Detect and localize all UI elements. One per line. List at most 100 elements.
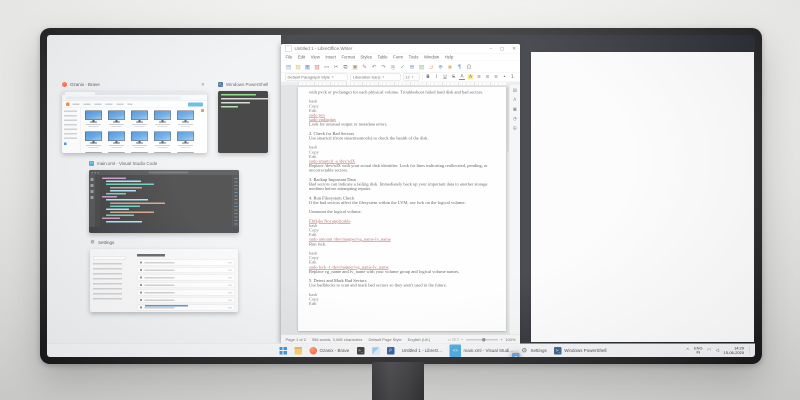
clock[interactable]: 14:29 15-06-2025 — [724, 346, 744, 355]
taskbar-brave[interactable]: Ozanix - Brave — [308, 346, 351, 356]
navigator-icon[interactable]: ◔ — [513, 117, 517, 122]
bold-button[interactable]: B — [425, 75, 431, 80]
spelling-icon[interactable]: ✓ — [399, 63, 406, 70]
language-indicator[interactable]: ENGIN — [694, 347, 703, 355]
document-page[interactable]: with pvck or pvchange) for each physical… — [298, 87, 506, 331]
paste-icon[interactable]: ▣ — [352, 63, 359, 70]
menu-item[interactable]: Form — [393, 55, 403, 60]
taskbar-photos[interactable] — [370, 346, 381, 356]
product-price-line — [135, 126, 145, 127]
show-desktop-button[interactable] — [750, 347, 752, 355]
monitor-product-image — [85, 132, 102, 142]
menu-item[interactable]: Edit — [298, 55, 305, 60]
code-line — [110, 205, 140, 207]
product-card — [129, 111, 150, 130]
insert-table-icon[interactable]: ⊞ — [409, 63, 416, 70]
gallery-icon[interactable]: ▣ — [513, 107, 517, 112]
styles-icon[interactable]: A — [513, 98, 516, 103]
properties-icon[interactable]: ▤ — [513, 88, 517, 93]
numbered-list-button[interactable]: 1. — [510, 75, 516, 80]
zoom-slider-knob[interactable] — [482, 338, 486, 342]
open-icon[interactable]: ▨ — [295, 63, 302, 70]
menu-item[interactable]: Window — [424, 55, 439, 60]
taskview-thumbnail-powershell[interactable] — [218, 91, 268, 153]
hidden-icons-chevron[interactable]: ^ — [686, 348, 690, 353]
export-pdf-icon[interactable]: ▥ — [314, 63, 321, 70]
taskbar-blue-app[interactable]: P — [385, 346, 396, 356]
view-layout-icons[interactable]: ▭ ▯▯ ▯ — [448, 338, 459, 342]
minimize-button[interactable]: – — [489, 46, 492, 52]
copy-icon[interactable]: ⧉ — [342, 63, 349, 70]
taskview-thumbnail-brave[interactable] — [62, 91, 207, 153]
save-icon[interactable]: ▦ — [304, 63, 311, 70]
menu-item[interactable]: Insert — [325, 55, 336, 60]
zoom-level[interactable]: 100% — [505, 337, 515, 342]
align-left-button[interactable]: ≡ — [476, 75, 482, 80]
cut-icon[interactable]: ✂ — [333, 63, 340, 70]
taskbar-vscode[interactable]: <> main.xml - Visual Studi... — [448, 346, 514, 356]
taskview-thumbnail-vscode[interactable] — [89, 170, 239, 233]
menu-item[interactable]: Table — [377, 55, 387, 60]
bullet-list-button[interactable]: • — [502, 75, 508, 80]
page-icon[interactable]: ⊞ — [513, 126, 517, 131]
highlight-color-button[interactable]: A — [468, 75, 474, 80]
taskbar-writer[interactable]: ≡ Untitled 1 - LibreO... — [400, 346, 443, 356]
underline-button[interactable]: U — [442, 75, 448, 80]
monitor-product-image — [154, 153, 171, 154]
paragraph-style-select[interactable]: Default Paragraph Style▾ — [285, 74, 348, 81]
writer-title-bar[interactable]: Untitled 1 - LibreOffice Writer – ▢ ✕ — [281, 44, 520, 54]
menu-item[interactable]: File — [286, 55, 293, 60]
status-page-style[interactable]: Default Page Style — [368, 337, 401, 342]
italic-button[interactable]: I — [434, 75, 440, 80]
taskbar-start[interactable] — [278, 346, 289, 356]
align-right-button[interactable]: ≡ — [493, 75, 499, 80]
site-header — [62, 101, 207, 108]
font-color-button[interactable]: A — [459, 74, 465, 80]
product-card — [129, 132, 150, 151]
redo-icon[interactable]: ↷ — [380, 63, 387, 70]
comment-icon[interactable]: ◉ — [447, 63, 454, 70]
wifi-icon[interactable]: ◠ — [707, 348, 711, 353]
zoom-slider[interactable] — [466, 339, 498, 341]
menu-item[interactable]: Tools — [409, 55, 419, 60]
align-center-button[interactable]: ≡ — [485, 75, 491, 80]
product-price-line — [89, 147, 99, 148]
zoom-in-button[interactable]: + — [500, 337, 502, 342]
maximize-button[interactable]: ▢ — [500, 46, 504, 52]
writer-window: Untitled 1 - LibreOffice Writer – ▢ ✕ Fi… — [281, 44, 520, 344]
formatting-marks-icon[interactable]: ¶ — [456, 63, 463, 70]
taskbar-powershell[interactable]: >_ Windows PowerShell — [553, 346, 608, 356]
taskbar-settings[interactable]: ⚙ Settings — [519, 346, 548, 356]
font-size-select[interactable]: 12▾ — [403, 74, 420, 81]
zoom-out-button[interactable]: − — [461, 337, 463, 342]
document-area: with pvck or pvchange) for each physical… — [281, 85, 509, 335]
menu-item[interactable]: Help — [445, 55, 454, 60]
print-icon[interactable]: ▭ — [323, 63, 330, 70]
special-char-icon[interactable]: Ω — [466, 63, 473, 70]
menu-item[interactable]: Styles — [360, 55, 372, 60]
taskview-thumbnail-settings[interactable] — [90, 249, 238, 312]
strikethrough-button[interactable]: S — [451, 75, 457, 80]
font-name-select[interactable]: Liberation Sans▾ — [350, 74, 400, 81]
volume-icon[interactable]: ◁ — [716, 348, 719, 353]
close-icon[interactable]: ✕ — [201, 82, 205, 88]
menu-item[interactable]: Format — [341, 55, 354, 60]
new-doc-icon[interactable]: ▤ — [285, 63, 292, 70]
undo-icon[interactable]: ↶ — [371, 63, 378, 70]
code-line — [106, 199, 148, 201]
insert-chart-icon[interactable]: ⊿ — [428, 63, 435, 70]
clone-formatting-icon[interactable]: ✎ — [361, 63, 368, 70]
status-wordcount[interactable]: 556 words, 3,065 characters — [312, 337, 362, 342]
menu-item[interactable]: View — [311, 55, 320, 60]
product-card — [152, 132, 173, 151]
taskbar-terminal[interactable]: >_ — [355, 346, 366, 356]
status-language[interactable]: English (UK) — [408, 337, 430, 342]
taskbar-explorer[interactable] — [293, 346, 304, 356]
insert-image-icon[interactable]: ▧ — [418, 63, 425, 70]
address-pill — [66, 96, 181, 99]
status-page[interactable]: Page 1 of 2 — [286, 337, 306, 342]
close-button[interactable]: ✕ — [512, 46, 516, 52]
monitor-product-image — [85, 153, 102, 154]
hyperlink-icon[interactable]: ⊕ — [437, 63, 444, 70]
find-replace-icon[interactable]: ◎ — [390, 63, 397, 70]
